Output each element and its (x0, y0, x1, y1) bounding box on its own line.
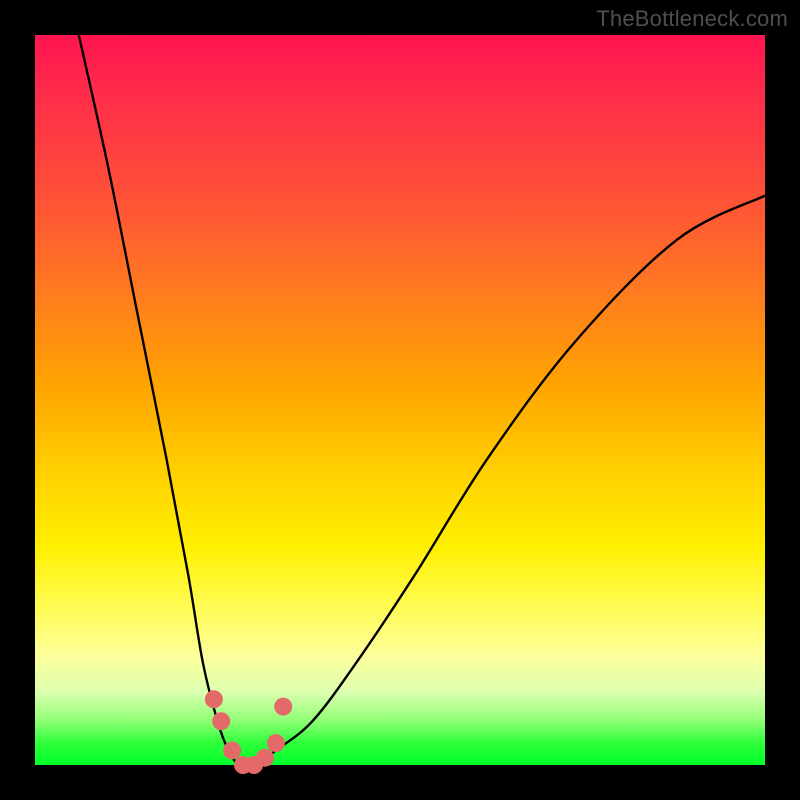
highlight-dot (274, 698, 292, 716)
highlight-dot (256, 749, 274, 767)
bottleneck-curve-path (79, 35, 765, 767)
watermark-text: TheBottleneck.com (596, 6, 788, 32)
curve-svg (35, 35, 765, 765)
chart-frame: TheBottleneck.com (0, 0, 800, 800)
plot-area (35, 35, 765, 765)
marker-group (205, 690, 292, 774)
highlight-dot (205, 690, 223, 708)
highlight-dot (212, 712, 230, 730)
highlight-dot (223, 741, 241, 759)
highlight-dot (267, 734, 285, 752)
